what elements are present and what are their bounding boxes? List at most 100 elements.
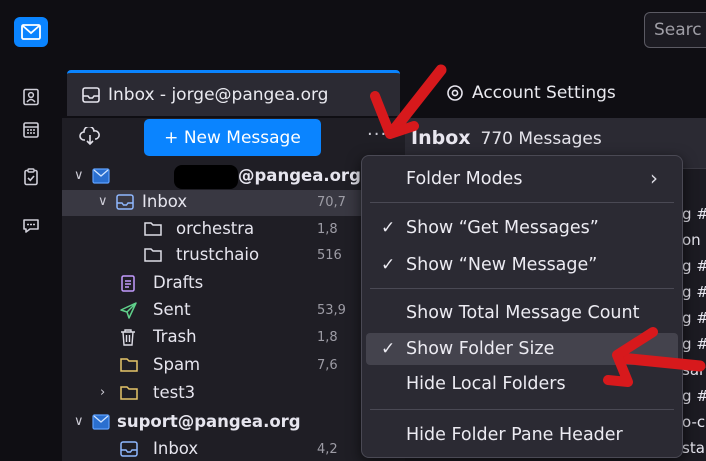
- menu-separator: [370, 202, 674, 203]
- menu-separator: [370, 288, 674, 289]
- settings-gear-icon: [446, 84, 464, 102]
- account-mail-icon: [92, 168, 110, 188]
- folder-row-trash[interactable]: Trash 1,8: [62, 325, 405, 351]
- search-input[interactable]: Searc: [644, 12, 706, 48]
- folder-title: Inbox: [411, 127, 471, 149]
- message-row-fragment[interactable]: g #: [682, 309, 706, 327]
- menu-separator: [370, 409, 674, 410]
- message-count: 770 Messages: [480, 129, 602, 149]
- message-row-fragment[interactable]: g #: [682, 283, 706, 301]
- folder-name: Inbox: [153, 439, 199, 458]
- address-book-space-button[interactable]: [14, 82, 48, 112]
- menu-item-show-new-message[interactable]: ✓ Show “New Message”: [362, 249, 682, 281]
- chat-space-button[interactable]: [14, 211, 48, 241]
- menu-item-label: Show “New Message”: [406, 255, 598, 275]
- folder-name: Drafts: [153, 273, 204, 292]
- chevron-right-icon[interactable]: ›: [100, 385, 114, 400]
- folder-name: Inbox: [142, 192, 188, 211]
- trash-icon: [120, 329, 136, 350]
- folder-row-inbox[interactable]: Inbox 4,2: [62, 437, 405, 461]
- folder-size: 1,8: [317, 222, 338, 237]
- folder-pane-options-menu: Folder Modes › ✓ Show “Get Messages” ✓ S…: [361, 155, 683, 458]
- menu-item-label: Show “Get Messages”: [406, 218, 599, 238]
- folder-size: 4,2: [317, 442, 338, 457]
- drafts-icon: [120, 275, 136, 296]
- folder-size: 1,8: [317, 330, 338, 345]
- checkmark-icon: ✓: [381, 339, 396, 359]
- new-message-button[interactable]: + New Message: [144, 119, 321, 156]
- folder-name: trustchaio: [176, 245, 260, 264]
- menu-item-label: Hide Local Folders: [406, 374, 566, 394]
- mail-space-button[interactable]: [14, 17, 48, 47]
- message-row-fragment[interactable]: g #: [682, 205, 706, 223]
- spaces-toolbar: [0, 0, 62, 461]
- folder-pane-header: + New Message ···: [62, 118, 405, 158]
- send-icon: [120, 302, 138, 323]
- address-book-icon: [23, 88, 39, 106]
- cloud-download-icon: [79, 125, 100, 146]
- menu-item-label: Show Total Message Count: [406, 303, 640, 323]
- calendar-space-button[interactable]: [14, 115, 48, 145]
- calendar-icon: [23, 122, 39, 138]
- checkmark-icon: ✓: [381, 218, 396, 238]
- inbox-icon: [120, 441, 138, 461]
- folder-pane: + New Message ··· ∨ @pangea.org ∨ Inbox …: [62, 118, 405, 461]
- checkmark-icon: ✓: [381, 255, 396, 275]
- tab-strip: Inbox - jorge@pangea.org Account Setting…: [62, 62, 706, 118]
- message-row-fragment[interactable]: g #: [682, 257, 706, 275]
- chat-icon: [23, 219, 39, 233]
- message-row-fragment[interactable]: sar: [682, 361, 705, 379]
- account-mail-icon: [92, 414, 110, 434]
- folder-size: 53,9: [317, 303, 346, 318]
- menu-item-show-total-message-count[interactable]: Show Total Message Count: [362, 297, 682, 329]
- folder-name: Sent: [153, 300, 191, 319]
- menu-item-show-folder-size[interactable]: ✓ Show Folder Size: [366, 333, 678, 365]
- folder-name: test3: [153, 383, 196, 402]
- submenu-arrow-icon: ›: [650, 166, 658, 190]
- tasks-icon: [24, 168, 38, 186]
- folder-row-trustchaio[interactable]: trustchaio 516: [62, 243, 405, 269]
- menu-item-folder-modes[interactable]: Folder Modes ›: [362, 163, 682, 195]
- message-row-fragment[interactable]: on: [682, 231, 701, 249]
- folder-icon: [144, 221, 162, 240]
- message-row-fragment[interactable]: o-c: [682, 413, 705, 431]
- account-row[interactable]: ∨ @pangea.org: [62, 164, 405, 190]
- get-messages-button[interactable]: [79, 125, 101, 151]
- account-name: @pangea.org: [238, 166, 361, 185]
- account-name: suport@pangea.org: [117, 412, 301, 431]
- menu-item-label: Hide Folder Pane Header: [406, 425, 623, 445]
- folder-pane-menu-button[interactable]: ···: [367, 124, 387, 145]
- folder-size: 7,6: [317, 358, 338, 373]
- chevron-down-icon[interactable]: ∨: [98, 194, 112, 209]
- menu-item-hide-folder-pane-header[interactable]: Hide Folder Pane Header: [362, 419, 682, 451]
- folder-row-orchestra[interactable]: orchestra 1,8: [62, 217, 405, 243]
- folder-row-drafts[interactable]: Drafts: [62, 271, 405, 297]
- tab-label: Account Settings: [472, 83, 616, 103]
- tasks-space-button[interactable]: [14, 162, 48, 192]
- folder-row-inbox[interactable]: ∨ Inbox 70,7: [62, 190, 405, 216]
- folder-row-spam[interactable]: Spam 7,6: [62, 353, 405, 379]
- folder-name: orchestra: [176, 219, 255, 238]
- folder-size: 70,7: [317, 195, 346, 210]
- chevron-down-icon[interactable]: ∨: [74, 168, 88, 183]
- message-row-fragment[interactable]: g #: [682, 335, 706, 353]
- tab-inbox[interactable]: Inbox - jorge@pangea.org: [67, 70, 400, 116]
- folder-row-sent[interactable]: Sent 53,9: [62, 298, 405, 324]
- inbox-icon: [116, 194, 134, 214]
- chevron-down-icon[interactable]: ∨: [74, 414, 88, 429]
- account-row[interactable]: ∨ suport@pangea.org: [62, 410, 405, 436]
- folder-row-test3[interactable]: › test3: [62, 381, 405, 407]
- menu-item-label: Folder Modes: [406, 169, 523, 189]
- inbox-icon: [82, 86, 100, 103]
- tab-account-settings[interactable]: Account Settings: [440, 70, 616, 116]
- redaction-box: [174, 165, 238, 189]
- mail-icon: [21, 24, 41, 40]
- message-list-header: Inbox 770 Messages: [411, 127, 602, 149]
- menu-item-hide-local-folders[interactable]: Hide Local Folders: [362, 368, 682, 400]
- message-row-fragment[interactable]: sta: [682, 439, 705, 457]
- folder-size: 516: [317, 248, 342, 263]
- menu-item-show-get-messages[interactable]: ✓ Show “Get Messages”: [362, 212, 682, 244]
- folder-name: Spam: [153, 355, 201, 374]
- menu-item-label: Show Folder Size: [406, 339, 555, 359]
- message-row-fragment[interactable]: g #: [682, 387, 706, 405]
